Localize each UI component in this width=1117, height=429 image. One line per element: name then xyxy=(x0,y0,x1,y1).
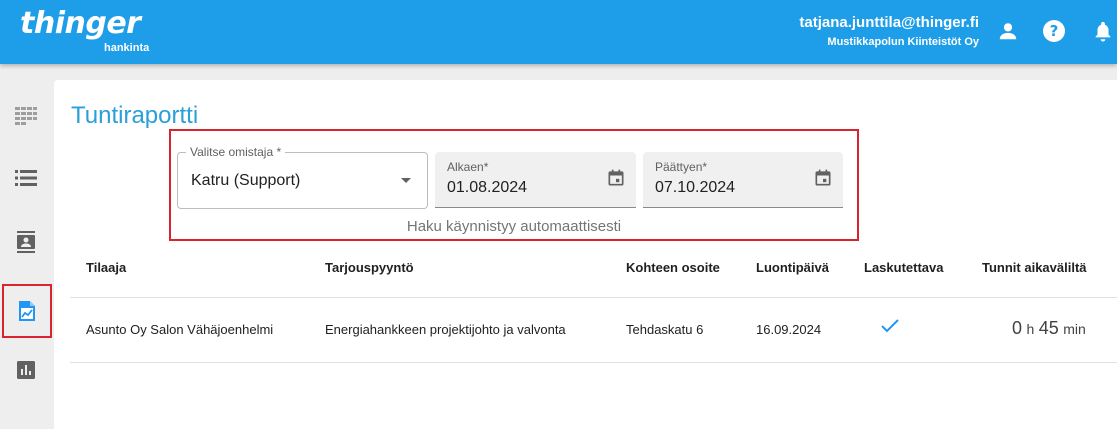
check-icon xyxy=(881,319,899,333)
start-date-value[interactable]: 01.08.2024 xyxy=(447,179,527,197)
grid-icon xyxy=(15,107,37,125)
list-icon xyxy=(15,170,37,186)
cell-tarjouspyynto: Energiahankkeen projektijohto ja valvont… xyxy=(325,322,566,337)
hours-unit: h xyxy=(1026,321,1035,337)
minutes-unit: min xyxy=(1063,321,1086,337)
chevron-down-icon[interactable] xyxy=(401,178,411,183)
auto-search-note: Haku käynnistyy automaattisesti xyxy=(406,218,622,235)
sidebar-item-reports[interactable] xyxy=(2,284,52,338)
column-header-osoite[interactable]: Kohteen osoite xyxy=(626,260,720,275)
account-icon[interactable] xyxy=(995,18,1021,44)
cell-tilaaja: Asunto Oy Salon Vähäjoenhelmi xyxy=(86,322,274,337)
bell-icon[interactable] xyxy=(1090,18,1116,44)
sidebar-item-contacts[interactable] xyxy=(0,216,52,268)
column-header-tilaaja[interactable]: Tilaaja xyxy=(86,260,126,275)
calendar-icon[interactable] xyxy=(606,168,626,188)
contacts-icon xyxy=(17,231,35,253)
sidebar-item-grid[interactable] xyxy=(0,90,52,142)
page-title: Tuntiraportti xyxy=(71,102,199,129)
logo-subtitle: hankinta xyxy=(104,42,150,54)
report-icon xyxy=(19,301,35,321)
owner-select-value: Katru (Support) xyxy=(191,172,301,189)
owner-select[interactable]: Valitse omistaja * Katru (Support) xyxy=(177,145,428,209)
logo[interactable]: thinger hankinta xyxy=(20,4,149,54)
minutes-value: 45 xyxy=(1038,318,1059,338)
start-date-label: Alkaen* xyxy=(447,160,489,174)
column-header-luontipaiva[interactable]: Luontipäivä xyxy=(756,260,829,275)
user-email: tatjana.junttila@thinger.fi xyxy=(799,14,979,31)
header-divider xyxy=(70,297,1117,298)
cell-tunnit: 0 h 45 min xyxy=(1012,318,1086,339)
sidebar xyxy=(0,64,52,429)
cell-osoite: Tehdaskatu 6 xyxy=(626,322,704,337)
main-card: Tuntiraportti Valitse omistaja * Katru (… xyxy=(54,80,1117,429)
row-divider xyxy=(70,362,1117,363)
sidebar-item-statistics[interactable] xyxy=(0,344,52,396)
column-header-laskutettava[interactable]: Laskutettava xyxy=(864,260,943,275)
logo-text: thinger xyxy=(20,6,141,41)
calendar-icon[interactable] xyxy=(813,168,833,188)
user-info: tatjana.junttila@thinger.fi Mustikkapolu… xyxy=(799,14,979,48)
start-date-field[interactable]: Alkaen* 01.08.2024 xyxy=(435,152,636,208)
app-bar: thinger hankinta tatjana.junttila@thinge… xyxy=(0,0,1117,64)
owner-select-label: Valitse omistaja * xyxy=(186,145,286,159)
column-header-tunnit[interactable]: Tunnit aikaväliltä xyxy=(982,260,1087,275)
hours-value: 0 xyxy=(1012,318,1023,338)
end-date-field[interactable]: Päättyen* 07.10.2024 xyxy=(643,152,843,208)
cell-luontipaiva: 16.09.2024 xyxy=(756,322,822,337)
end-date-label: Päättyen* xyxy=(655,160,708,174)
filter-panel: Valitse omistaja * Katru (Support) Alkae… xyxy=(169,129,859,241)
sidebar-item-list[interactable] xyxy=(0,152,52,204)
svg-text:?: ? xyxy=(1050,22,1059,40)
help-icon[interactable]: ? xyxy=(1041,18,1067,44)
end-date-value[interactable]: 07.10.2024 xyxy=(655,179,735,197)
user-organization: Mustikkapolun Kiinteistöt Oy xyxy=(827,36,979,48)
column-header-tarjouspyynto[interactable]: Tarjouspyyntö xyxy=(325,260,414,275)
bar-chart-icon xyxy=(17,361,35,379)
